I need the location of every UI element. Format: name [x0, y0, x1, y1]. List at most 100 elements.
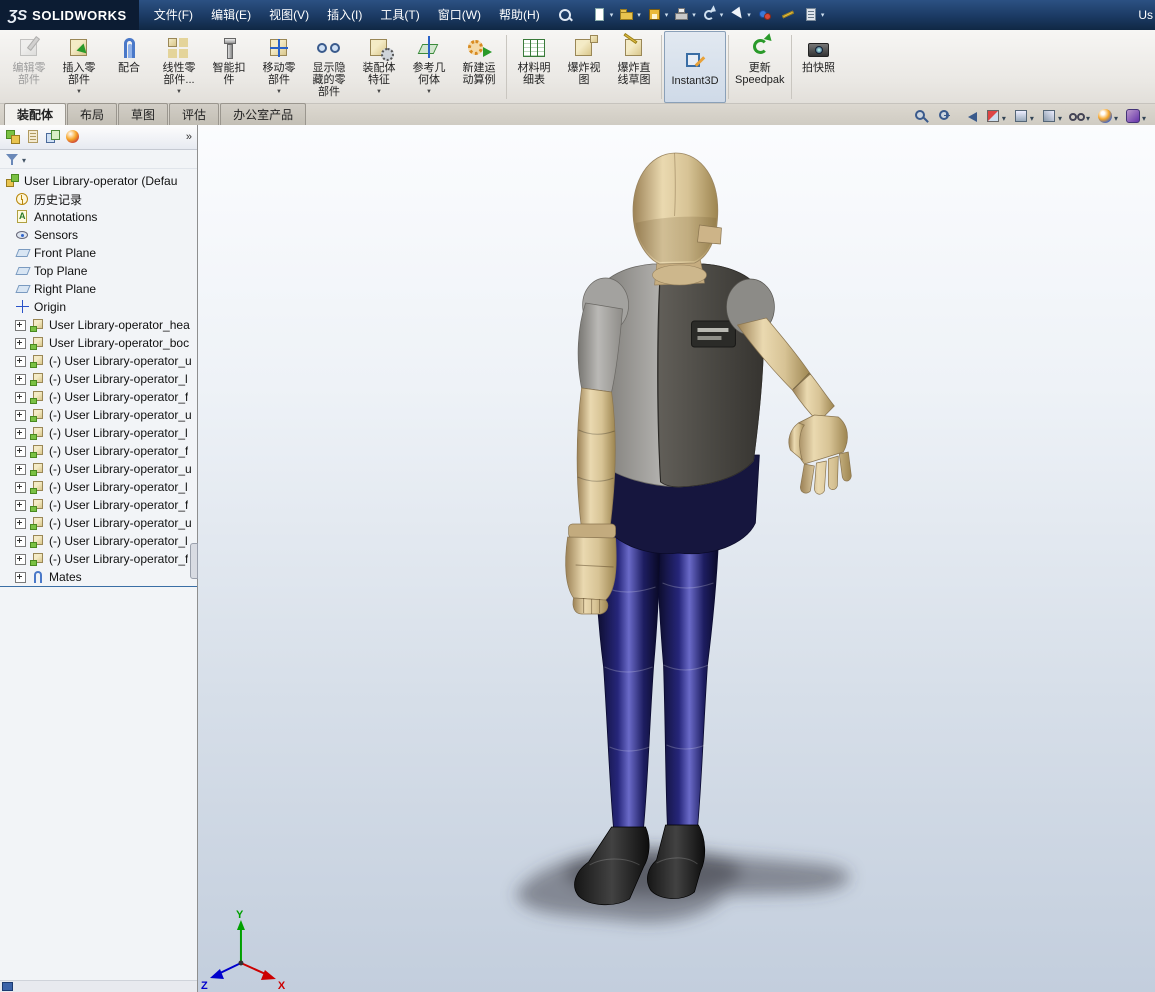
exploded-view-button[interactable]: 爆炸视 图: [559, 31, 609, 103]
tree-item[interactable]: (-) User Library-operator_l: [0, 370, 197, 388]
search-icon[interactable]: [557, 7, 573, 23]
zoom-to-area-icon[interactable]: [935, 109, 955, 124]
expand-toggle-icon[interactable]: [15, 500, 26, 511]
tree-item[interactable]: Right Plane: [0, 280, 197, 298]
tree-item[interactable]: Mates: [0, 568, 197, 586]
tree-item[interactable]: User Library-operator (Defau: [0, 172, 197, 190]
zoom-to-fit-icon[interactable]: [911, 109, 931, 124]
open-icon[interactable]: ▾: [616, 6, 643, 24]
tree-item[interactable]: (-) User Library-operator_f: [0, 388, 197, 406]
panel-splitter-handle[interactable]: [190, 543, 198, 579]
propertymanager-tab-icon[interactable]: [25, 129, 41, 145]
hide-show-items-icon[interactable]: [1067, 109, 1091, 124]
tree-item[interactable]: User Library-operator_hea: [0, 316, 197, 334]
tree-item[interactable]: (-) User Library-operator_l: [0, 478, 197, 496]
commandmanager-tab[interactable]: 办公室产品: [220, 103, 306, 126]
move-component-button[interactable]: 移动零 部件: [254, 31, 304, 103]
apply-scene-icon[interactable]: [1123, 109, 1147, 124]
linear-component-pattern-button[interactable]: 线性零 部件...: [154, 31, 204, 103]
expand-toggle-icon[interactable]: [15, 320, 26, 331]
menu-item[interactable]: 工具(T): [371, 0, 428, 30]
save-icon[interactable]: ▾: [644, 6, 671, 24]
dropdown-caret-icon[interactable]: [22, 150, 26, 168]
menu-item[interactable]: 窗口(W): [429, 0, 490, 30]
commandmanager-tab[interactable]: 评估: [169, 103, 219, 126]
dropdown-caret-icon[interactable]: [1114, 112, 1118, 122]
options-icon[interactable]: ▾: [800, 6, 827, 24]
edit-appearance-icon[interactable]: [1095, 109, 1119, 124]
tree-item[interactable]: 历史记录: [0, 190, 197, 208]
smart-fasteners-button[interactable]: 智能扣 件: [204, 31, 254, 103]
expand-toggle-icon[interactable]: [15, 356, 26, 367]
tree-item[interactable]: (-) User Library-operator_f: [0, 496, 197, 514]
dropdown-caret-icon[interactable]: ▾: [821, 11, 825, 19]
dropdown-caret-icon[interactable]: [376, 86, 382, 94]
mate-button[interactable]: 配合: [104, 31, 154, 103]
tree-item[interactable]: (-) User Library-operator_u: [0, 514, 197, 532]
instant3d-button[interactable]: Instant3D: [664, 31, 726, 103]
expand-toggle-icon[interactable]: [15, 338, 26, 349]
dropdown-caret-icon[interactable]: [426, 86, 432, 94]
menu-item[interactable]: 插入(I): [318, 0, 371, 30]
viewport-canvas[interactable]: Y X Z: [198, 125, 1155, 992]
tree-item[interactable]: (-) User Library-operator_u: [0, 406, 197, 424]
commandmanager-tab[interactable]: 草图: [118, 103, 168, 126]
dropdown-caret-icon[interactable]: [1002, 112, 1006, 122]
expand-toggle-icon[interactable]: [15, 572, 26, 583]
print-icon[interactable]: ▾: [671, 6, 698, 24]
menu-item[interactable]: 编辑(E): [202, 0, 260, 30]
select-arrow-icon[interactable]: ▾: [726, 6, 753, 24]
bill-of-materials-button[interactable]: 材料明 细表: [509, 31, 559, 103]
menu-item[interactable]: 视图(V): [260, 0, 318, 30]
color-toggle-icon[interactable]: ▾: [754, 6, 776, 24]
featuremanager-tab-icon[interactable]: [5, 129, 21, 145]
panel-expand-chevron-icon[interactable]: [186, 131, 192, 143]
dropdown-caret-icon[interactable]: [1142, 112, 1146, 122]
tree-item[interactable]: User Library-operator_boc: [0, 334, 197, 352]
commandmanager-tab[interactable]: 装配体: [4, 103, 66, 126]
tree-item[interactable]: Top Plane: [0, 262, 197, 280]
insert-component-button[interactable]: 插入零 部件: [54, 31, 104, 103]
new-document-icon[interactable]: ▾: [589, 6, 616, 24]
expand-toggle-icon[interactable]: [15, 428, 26, 439]
commandmanager-tab[interactable]: 布局: [67, 103, 117, 126]
tree-item[interactable]: (-) User Library-operator_u: [0, 460, 197, 478]
explode-line-sketch-button[interactable]: 爆炸直 线草图: [609, 31, 659, 103]
undo-icon[interactable]: ▾: [699, 6, 726, 24]
expand-toggle-icon[interactable]: [15, 464, 26, 475]
expand-toggle-icon[interactable]: [15, 518, 26, 529]
tree-item[interactable]: (-) User Library-operator_u: [0, 352, 197, 370]
operator-figure[interactable]: [566, 153, 852, 905]
dropdown-caret-icon[interactable]: [276, 86, 282, 94]
display-style-icon[interactable]: [1039, 109, 1063, 124]
update-speedpak-button[interactable]: 更新 Speedpak: [731, 31, 789, 103]
filter-funnel-icon[interactable]: [5, 153, 20, 166]
expand-toggle-icon[interactable]: [15, 536, 26, 547]
expand-toggle-icon[interactable]: [15, 446, 26, 457]
dropdown-caret-icon[interactable]: ▾: [720, 11, 724, 19]
tree-item[interactable]: Origin: [0, 298, 197, 316]
section-view-icon[interactable]: [983, 109, 1007, 124]
dropdown-caret-icon[interactable]: [1058, 112, 1062, 122]
previous-view-icon[interactable]: [959, 109, 979, 124]
dropdown-caret-icon[interactable]: ▾: [610, 11, 614, 19]
menu-item[interactable]: 文件(F): [145, 0, 202, 30]
expand-toggle-icon[interactable]: [15, 374, 26, 385]
expand-toggle-icon[interactable]: [15, 482, 26, 493]
tree-item[interactable]: Sensors: [0, 226, 197, 244]
dropdown-caret-icon[interactable]: ▾: [637, 11, 641, 19]
tree-item[interactable]: (-) User Library-operator_l: [0, 532, 197, 550]
show-hidden-components-button[interactable]: 显示隐 藏的零 部件: [304, 31, 354, 103]
sketch-icon[interactable]: ▾: [777, 6, 799, 24]
new-motion-study-button[interactable]: 新建运 动算例: [454, 31, 504, 103]
assembly-features-button[interactable]: 装配体 特征: [354, 31, 404, 103]
configurationmanager-tab-icon[interactable]: [45, 129, 61, 145]
tree-item[interactable]: Front Plane: [0, 244, 197, 262]
tree-item[interactable]: (-) User Library-operator_l: [0, 424, 197, 442]
menu-item[interactable]: 帮助(H): [490, 0, 549, 30]
dropdown-caret-icon[interactable]: [76, 86, 82, 94]
tree-item[interactable]: (-) User Library-operator_f: [0, 442, 197, 460]
expand-toggle-icon[interactable]: [15, 392, 26, 403]
dropdown-caret-icon[interactable]: ▾: [665, 11, 669, 19]
dropdown-caret-icon[interactable]: [1086, 112, 1090, 122]
